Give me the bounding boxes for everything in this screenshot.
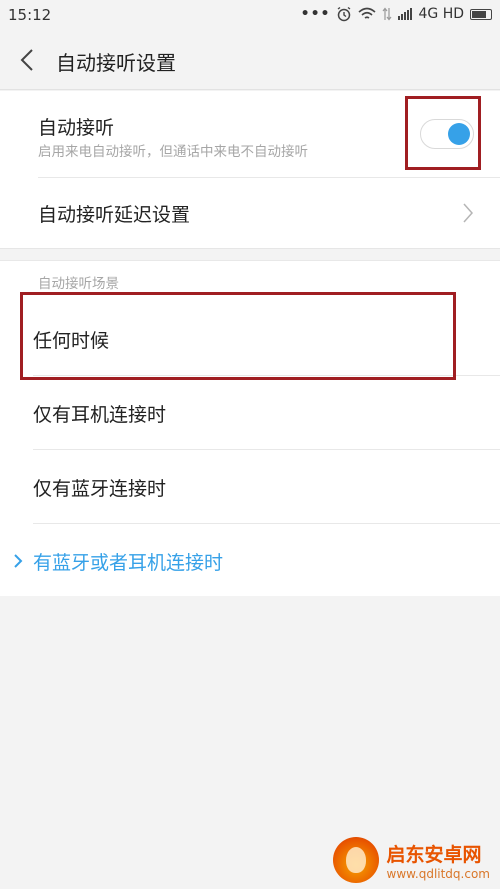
battery-icon [470, 8, 492, 20]
scenario-option-label: 任何时候 [33, 330, 110, 352]
page-title: 自动接听设置 [56, 51, 176, 75]
scenario-option-bluetooth-or-headset[interactable]: 有蓝牙或者耳机连接时 [0, 525, 500, 598]
alarm-icon [338, 6, 351, 22]
auto-answer-subtitle: 启用来电自动接听，但通话中来电不自动接听 [38, 144, 308, 160]
scenario-option-bluetooth[interactable]: 仅有蓝牙连接时 [0, 451, 500, 524]
status-time: 15:12 [8, 6, 52, 24]
divider [33, 449, 500, 450]
scenario-option-headset[interactable]: 仅有耳机连接时 [0, 377, 500, 450]
delay-settings-row[interactable]: 自动接听延迟设置 [0, 178, 500, 248]
scenario-option-label: 仅有耳机连接时 [33, 404, 167, 426]
watermark-name: 启东安卓网 [386, 843, 482, 866]
selected-chevron-icon [14, 554, 23, 568]
scenario-option-label: 仅有蓝牙连接时 [33, 478, 167, 500]
watermark-logo [332, 837, 379, 883]
delay-settings-label: 自动接听延迟设置 [38, 204, 191, 226]
more-dots: ••• [300, 6, 331, 22]
scenario-option-label: 有蓝牙或者耳机连接时 [33, 552, 224, 574]
divider [33, 523, 500, 524]
chevron-right-icon [463, 203, 474, 223]
watermark: 启东安卓网 www.qdlitdq.com [332, 837, 490, 883]
status-icons: ••• 4G HD [301, 6, 492, 22]
toggle-knob [448, 123, 470, 145]
watermark-url: www.qdlitdq.com [386, 866, 490, 881]
scenario-section-title: 自动接听场景 [38, 276, 119, 292]
scenario-option-anytime[interactable]: 任何时候 [0, 303, 500, 376]
wifi-icon [358, 7, 377, 19]
network-type: 4G HD [418, 6, 464, 22]
divider [33, 375, 500, 376]
auto-answer-toggle[interactable] [420, 119, 474, 149]
status-bar: 15:12 ••• 4G HD [0, 0, 500, 30]
auto-answer-title: 自动接听 [38, 117, 115, 139]
settings-card: 自动接听 启用来电自动接听，但通话中来电不自动接听 自动接听延迟设置 [0, 91, 500, 249]
data-arrows-icon [383, 7, 392, 21]
back-arrow-icon[interactable] [16, 44, 40, 76]
auto-answer-row: 自动接听 启用来电自动接听，但通话中来电不自动接听 [0, 91, 500, 177]
signal-icon [398, 8, 413, 20]
header: 自动接听设置 [0, 30, 500, 90]
scenario-card: 任何时候 仅有耳机连接时 仅有蓝牙连接时 有蓝牙或者耳机连接时 [0, 260, 500, 596]
